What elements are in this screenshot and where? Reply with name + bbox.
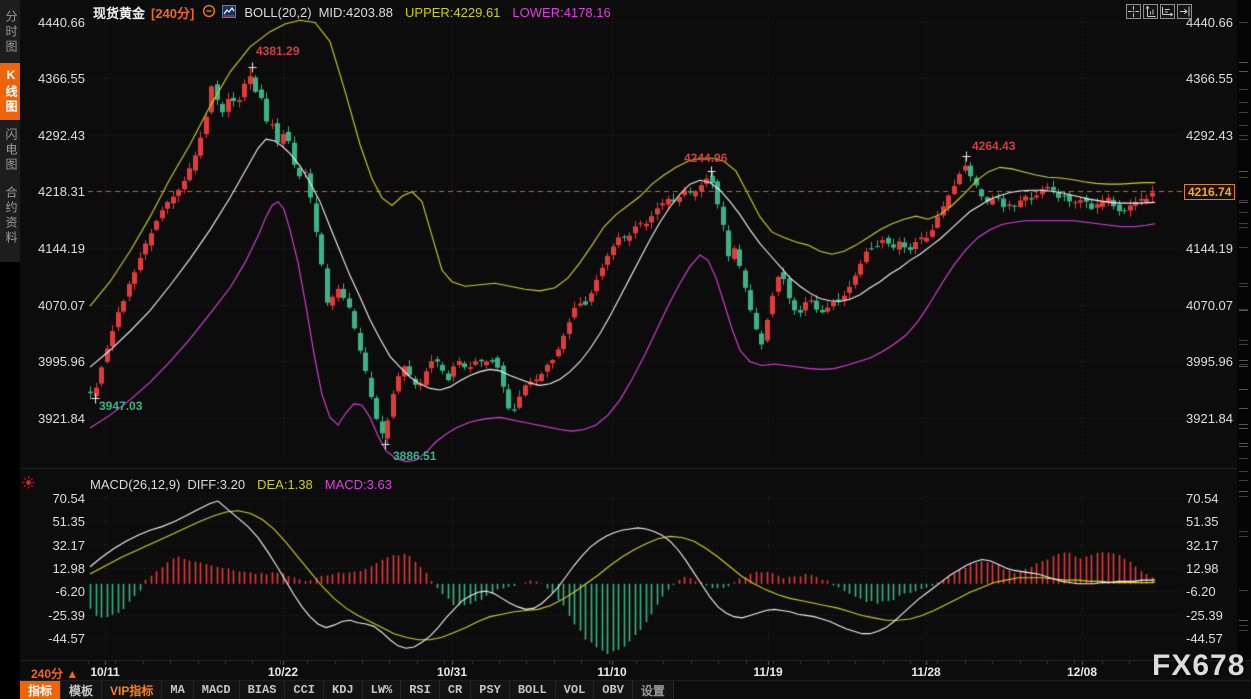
scale-vertical-icon[interactable] — [1143, 4, 1158, 19]
macd-axis-label-left: 12.98 — [30, 561, 85, 576]
trading-app: 分时图 K线图闪电图合约资料 现货黄金 [240分] BOLL(20,2) MID… — [0, 0, 1251, 699]
chart-header: 现货黄金 [240分] BOLL(20,2) MID:4203.88 UPPER… — [93, 3, 611, 22]
indicator-chart-icon — [222, 5, 236, 21]
price-axis-label-right: 3921.84 — [1186, 411, 1241, 426]
symbol-name: 现货黄金 — [93, 3, 145, 22]
alert-icon[interactable] — [22, 476, 35, 494]
price-axis-label-left: 4366.55 — [30, 71, 85, 86]
time-axis-label: 12/08 — [1067, 665, 1097, 679]
toolbar-button-MACD[interactable]: MACD — [194, 681, 240, 699]
toolbar-button-RSI[interactable]: RSI — [401, 681, 440, 699]
time-axis-label: 10/31 — [437, 665, 467, 679]
price-axis-label-left: 3995.96 — [30, 354, 85, 369]
sidebar-tab-3[interactable]: 闪电图 — [0, 123, 20, 178]
macd-axis-label-right: -6.20 — [1186, 584, 1241, 599]
toolbar-button-KDJ[interactable]: KDJ — [324, 681, 363, 699]
toolbar-button-CR[interactable]: CR — [440, 681, 471, 699]
macd-axis-label-right: -44.57 — [1186, 631, 1241, 646]
current-price-badge: 4216.74 — [1184, 184, 1235, 200]
price-axis-label-left: 4218.31 — [30, 184, 85, 199]
macd-indicator-name: MACD(26,12,9) — [90, 477, 180, 492]
price-annotation: 3886.51 — [393, 449, 436, 463]
toolbar-button-LW%[interactable]: LW% — [363, 681, 402, 699]
sidebar-tab-2[interactable]: K线图 — [0, 63, 20, 120]
macd-axis-label-left: 51.35 — [30, 514, 85, 529]
sidebar-tab-1[interactable]: 分时图 — [0, 5, 20, 60]
toolbar-button-VOL[interactable]: VOL — [556, 681, 595, 699]
left-sidebar: 分时图 K线图闪电图合约资料 — [0, 0, 20, 699]
price-annotation: 3947.03 — [99, 399, 142, 413]
toolbar-button-OBV[interactable]: OBV — [594, 681, 633, 699]
toolbar-button-CCI[interactable]: CCI — [285, 681, 324, 699]
macd-dea-value: DEA:1.38 — [257, 477, 313, 492]
macd-diff-value: DIFF:3.20 — [187, 477, 245, 492]
toolbar-button-MA[interactable]: MA — [162, 681, 193, 699]
price-axis-label-left: 4440.66 — [30, 15, 85, 30]
toolbar-button-VIP指标[interactable]: VIP指标 — [102, 681, 162, 699]
price-axis-label-left: 4292.43 — [30, 128, 85, 143]
scale-horizontal-icon[interactable] — [1160, 4, 1175, 19]
macd-axis-label-right: 70.54 — [1186, 491, 1241, 506]
price-axis-label-left: 4070.07 — [30, 298, 85, 313]
macd-header: MACD(26,12,9) DIFF:3.20 DEA:1.38 MACD:3.… — [90, 477, 392, 492]
brand-watermark: FX678 — [1152, 649, 1245, 683]
chart-type-tabs: 分时图 K线图闪电图合约资料 — [0, 0, 20, 262]
boll-upper-value: UPPER:4229.61 — [405, 5, 500, 20]
macd-axis-label-left: -25.39 — [30, 608, 85, 623]
toolbar-button-指标[interactable]: 指标 — [20, 681, 61, 699]
price-axis-label-right: 4292.43 — [1186, 128, 1241, 143]
time-axis-label: 11/28 — [911, 665, 940, 679]
macd-axis-label-left: 70.54 — [30, 491, 85, 506]
toolbar-button-BOLL[interactable]: BOLL — [510, 681, 556, 699]
macd-axis-label-right: -25.39 — [1186, 608, 1241, 623]
indicator-toolbar: 指标模板VIP指标MAMACDBIASCCIKDJLW%RSICRPSYBOLL… — [20, 681, 674, 699]
chart-tool-icons — [1126, 4, 1192, 19]
time-axis-label: 10/11 — [90, 665, 119, 679]
period-label: [240分] — [151, 3, 194, 22]
indicator-name: BOLL(20,2) — [244, 5, 311, 20]
macd-axis-label-right: 32.17 — [1186, 538, 1241, 553]
time-axis-label: 11/10 — [597, 665, 626, 679]
boll-mid-value: MID:4203.88 — [319, 5, 393, 20]
crosshair-icon[interactable] — [1126, 4, 1141, 19]
macd-axis-label-left: -6.20 — [30, 584, 85, 599]
timeframe-label[interactable]: 240分 ▲ — [31, 665, 78, 682]
sidebar-tab-4[interactable]: 合约资料 — [0, 181, 20, 251]
toolbar-button-设置[interactable]: 设置 — [633, 681, 674, 699]
price-axis-label-right: 4440.66 — [1186, 15, 1241, 30]
toolbar-button-模板[interactable]: 模板 — [61, 681, 102, 699]
price-annotation: 4381.29 — [256, 44, 299, 58]
time-axis-label: 10/22 — [268, 665, 298, 679]
toolbar-button-PSY[interactable]: PSY — [471, 681, 510, 699]
macd-macd-value: MACD:3.63 — [325, 477, 392, 492]
time-axis-label: 11/19 — [753, 665, 782, 679]
price-axis-label-left: 4144.19 — [30, 241, 85, 256]
macd-axis-label-right: 12.98 — [1186, 561, 1241, 576]
pan-right-icon[interactable] — [1177, 4, 1192, 19]
toolbar-button-BIAS[interactable]: BIAS — [240, 681, 286, 699]
macd-axis-label-right: 51.35 — [1186, 514, 1241, 529]
price-axis-label-right: 3995.96 — [1186, 354, 1241, 369]
price-annotation: 4244.96 — [684, 151, 727, 165]
boll-lower-value: LOWER:4178.16 — [512, 5, 610, 20]
macd-axis-label-left: -44.57 — [30, 631, 85, 646]
price-axis-label-right: 4070.07 — [1186, 298, 1241, 313]
candlestick-chart-canvas[interactable] — [0, 0, 1251, 699]
price-axis-label-left: 3921.84 — [30, 411, 85, 426]
remove-indicator-icon[interactable] — [202, 4, 216, 21]
price-axis-label-right: 4366.55 — [1186, 71, 1241, 86]
macd-axis-label-left: 32.17 — [30, 538, 85, 553]
price-axis-label-right: 4144.19 — [1186, 241, 1241, 256]
price-annotation: 4264.43 — [972, 139, 1015, 153]
